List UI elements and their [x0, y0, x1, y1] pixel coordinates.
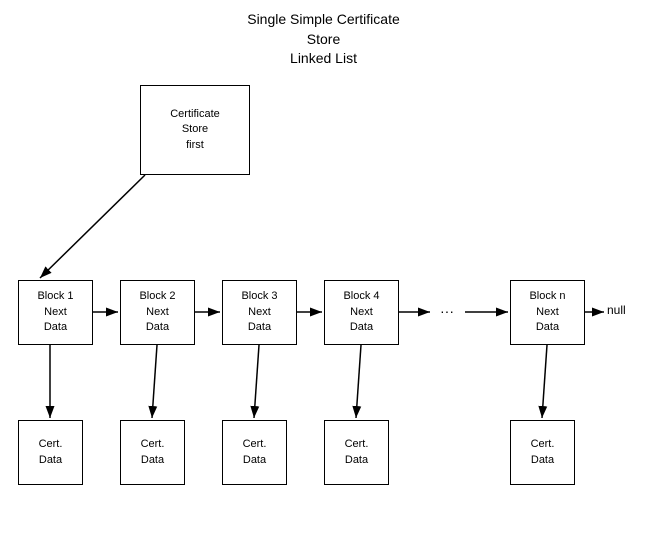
cert4-box: Cert. Data	[324, 420, 389, 485]
title-line3: Linked List	[290, 50, 357, 66]
cert2-box: Cert. Data	[120, 420, 185, 485]
pointer-box-label: Certificate Store first	[170, 107, 220, 153]
certn-box: Cert. Data	[510, 420, 575, 485]
block3-box: Block 3 Next Data	[222, 280, 297, 345]
svg-text:···: ···	[440, 303, 454, 319]
cert1-box: Cert. Data	[18, 420, 83, 485]
blockn-box: Block n Next Data	[510, 280, 585, 345]
block4-box: Block 4 Next Data	[324, 280, 399, 345]
diagram: Single Simple Certificate Store Linked L…	[0, 0, 647, 547]
block1-box: Block 1 Next Data	[18, 280, 93, 345]
diagram-title: Single Simple Certificate Store Linked L…	[0, 10, 647, 69]
block2-box: Block 2 Next Data	[120, 280, 195, 345]
pointer-box: Certificate Store first	[140, 85, 250, 175]
cert3-box: Cert. Data	[222, 420, 287, 485]
title-line2: Store	[307, 31, 340, 47]
title-line1: Single Simple Certificate	[247, 11, 400, 27]
null-label: null	[607, 303, 626, 317]
